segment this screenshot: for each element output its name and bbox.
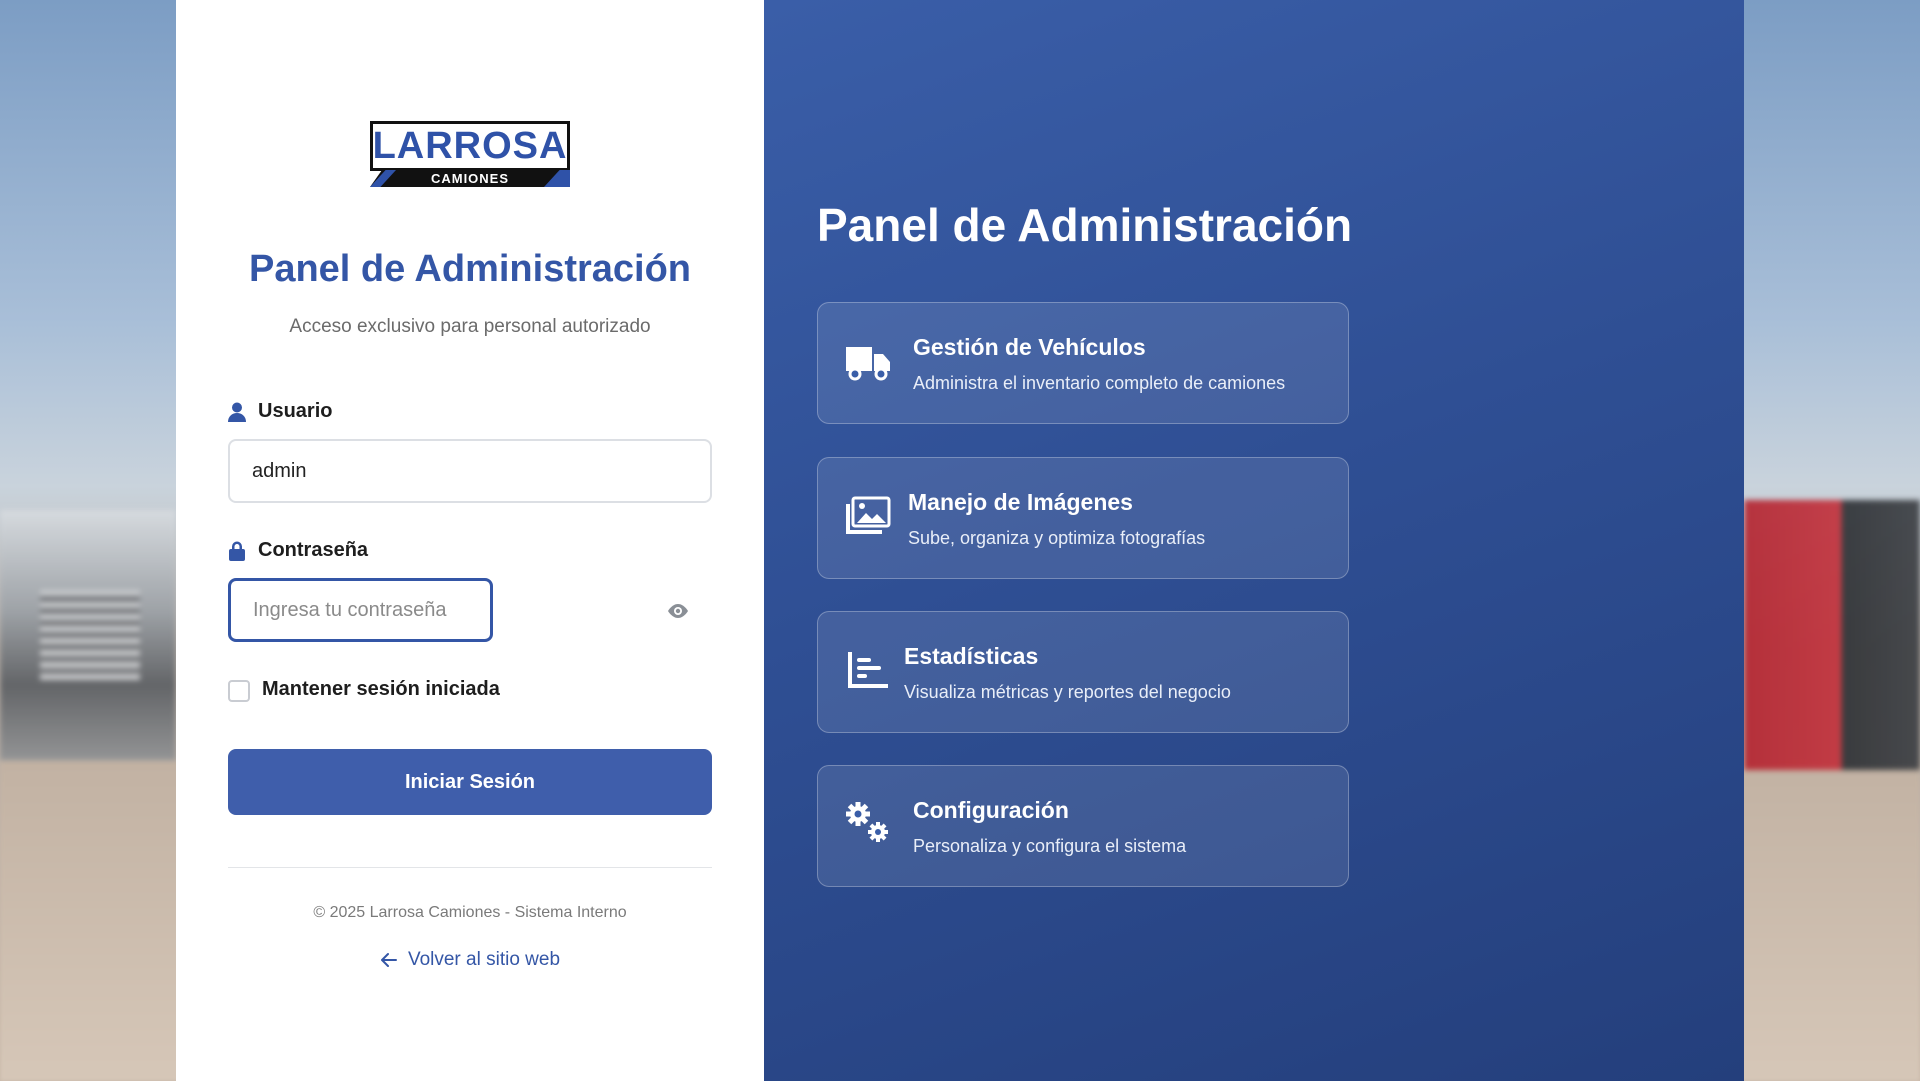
password-label: Contraseña [228, 539, 368, 562]
login-button[interactable]: Iniciar Sesión [228, 749, 712, 815]
images-icon [844, 492, 892, 540]
feature-card-statistics: Estadísticas Visualiza métricas y report… [817, 611, 1349, 733]
login-panel: LARROSA CAMIONES Panel de Administración… [176, 0, 764, 1081]
copyright-text: © 2025 Larrosa Camiones - Sistema Intern… [313, 904, 627, 921]
lock-icon [229, 541, 245, 561]
features-panel: Panel de Administración Gestión de Vehíc… [764, 0, 1744, 1081]
gears-icon [844, 800, 892, 848]
background-truck-right [1744, 500, 1920, 770]
username-label: Usuario [228, 400, 332, 423]
login-subtitle: Acceso exclusivo para personal autorizad… [289, 316, 651, 337]
eye-icon[interactable] [666, 599, 690, 623]
remember-checkbox[interactable] [228, 680, 250, 702]
feature-card-vehicles: Gestión de Vehículos Administra el inven… [817, 302, 1349, 424]
feature-card-settings: Configuración Personaliza y configura el… [817, 765, 1349, 887]
features-title: Panel de Administración [817, 199, 1353, 251]
remember-label[interactable]: Mantener sesión iniciada [262, 678, 500, 701]
arrow-left-icon [380, 953, 397, 967]
user-icon [228, 402, 246, 422]
back-to-site-link[interactable]: Volver al sitio web [176, 949, 764, 971]
login-title: Panel de Administración [248, 248, 692, 290]
feature-card-images: Manejo de Imágenes Sube, organiza y opti… [817, 457, 1349, 579]
larrosa-logo: LARROSA CAMIONES [370, 121, 570, 187]
truck-icon [844, 337, 892, 385]
divider [228, 867, 712, 868]
background-truck-left [0, 510, 176, 760]
password-input[interactable] [228, 578, 493, 642]
chart-icon [844, 646, 892, 694]
username-input[interactable] [228, 439, 712, 503]
